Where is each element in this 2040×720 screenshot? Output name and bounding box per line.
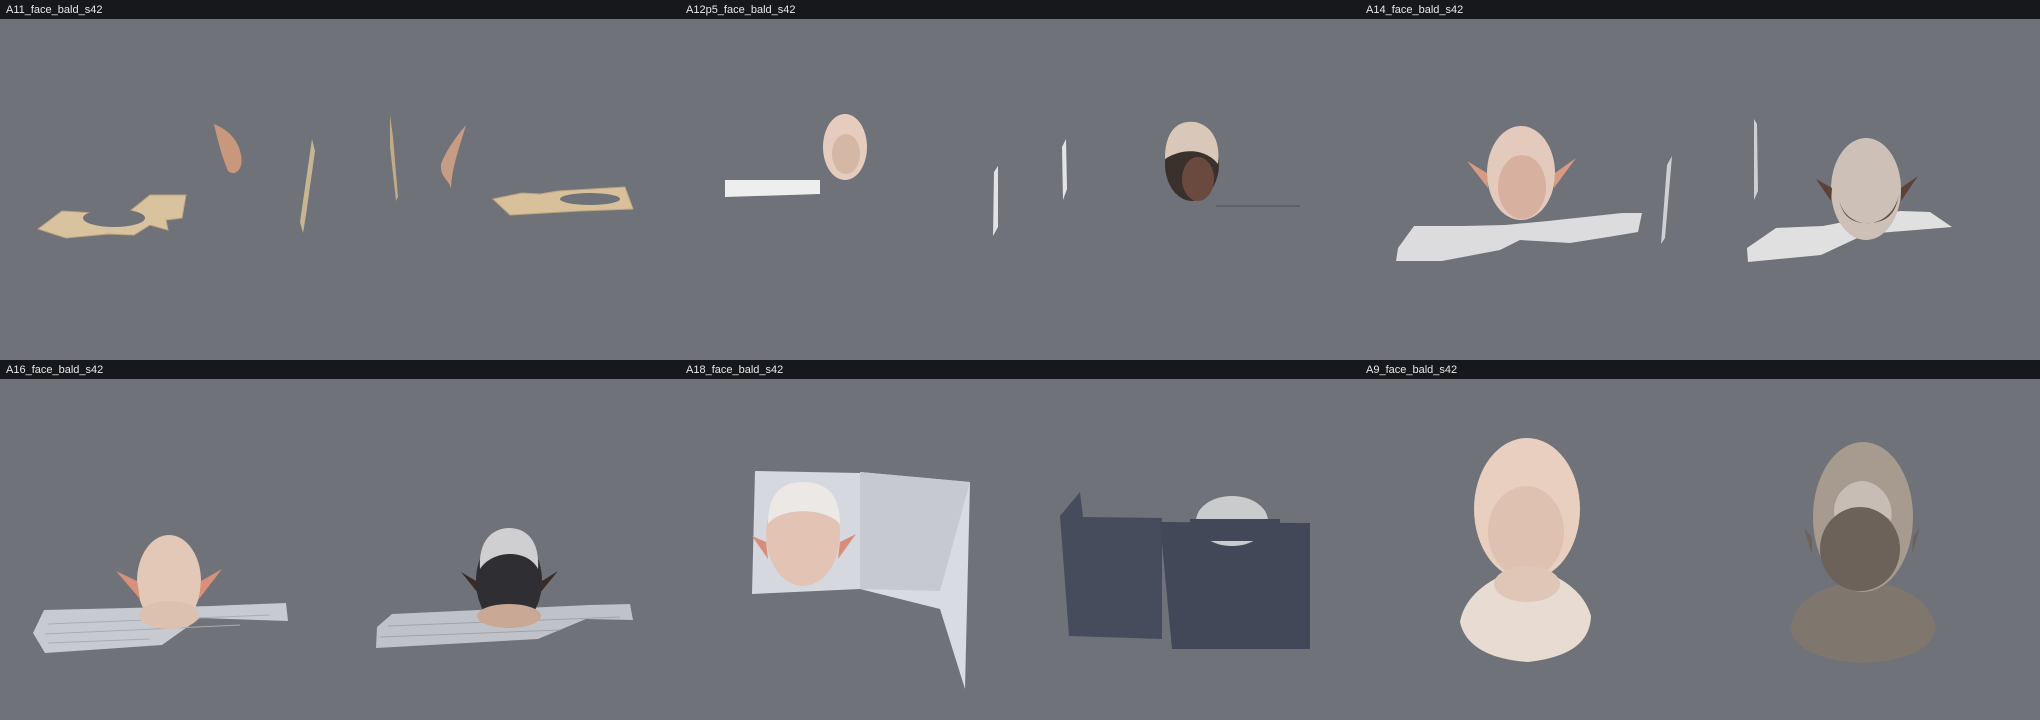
render-scene (33, 528, 633, 653)
panel-a16[interactable]: A16_face_bald_s42 (0, 360, 680, 720)
thin-panel-2 (1062, 139, 1067, 200)
white-slab (725, 180, 820, 197)
elf-ear-left (116, 571, 140, 599)
bust-back-ear-left (1804, 528, 1812, 554)
ear-back-right (540, 571, 558, 593)
render-grid: A11_face_bald_s42 A12p5_face_bald_s42 A1… (0, 0, 2040, 720)
strip-a (1661, 156, 1672, 244)
thin-panel-1 (993, 166, 998, 236)
panel-a9[interactable]: A9_face_bald_s42 (1360, 360, 2040, 720)
ear-back-right (1901, 176, 1918, 201)
panel-title: A11_face_bald_s42 (0, 0, 680, 19)
face-slice-1 (214, 124, 242, 174)
head-back (1831, 138, 1901, 240)
ear-back-left (461, 572, 478, 593)
viewport[interactable] (0, 379, 680, 720)
head-back-neck (477, 604, 541, 628)
panel-title: A12p5_face_bald_s42 (680, 0, 1360, 19)
render-scene (1396, 119, 1952, 262)
elf-ear-right (1554, 158, 1576, 188)
bust-back-dark (1820, 507, 1900, 591)
viewport[interactable] (680, 19, 1360, 360)
head-dark-face (1182, 157, 1214, 201)
panel-title: A14_face_bald_s42 (1360, 0, 2040, 19)
face-slice-2 (440, 125, 466, 189)
viewport[interactable] (1360, 19, 2040, 360)
render-scene (725, 114, 1300, 236)
panel-title: A9_face_bald_s42 (1360, 360, 2040, 379)
viewport[interactable] (0, 19, 680, 360)
panel-title: A18_face_bald_s42 (680, 360, 1360, 379)
tan-card-hole (83, 209, 145, 227)
bust-back-shoulders (1790, 582, 1936, 663)
pale-card-left (1396, 213, 1642, 261)
viewport[interactable] (1360, 379, 2040, 720)
head-pale-face (832, 134, 860, 174)
strip-1 (300, 139, 315, 233)
elf-neck (139, 601, 199, 629)
elf-ear-left (1467, 161, 1488, 188)
ear-back-left (1816, 179, 1832, 201)
elf-ear-right (199, 569, 222, 599)
strip-2 (390, 115, 398, 201)
tan-card-right-hole (560, 193, 620, 205)
panel-title: A16_face_bald_s42 (0, 360, 680, 379)
slate-box-left (1060, 492, 1162, 639)
bust-front-neck (1494, 566, 1560, 602)
panel-a18[interactable]: A18_face_bald_s42 (680, 360, 1360, 720)
elf-face (1498, 155, 1546, 219)
strip-b (1754, 119, 1758, 200)
head-back-cut (1190, 519, 1280, 541)
render-scene (36, 115, 634, 239)
panel-a14[interactable]: A14_face_bald_s42 (1360, 0, 2040, 360)
viewport[interactable] (680, 379, 1360, 720)
render-scene (752, 471, 1310, 689)
panel-a12p5[interactable]: A12p5_face_bald_s42 (680, 0, 1360, 360)
render-scene (1460, 438, 1936, 663)
bust-back-ear-right (1912, 528, 1920, 554)
panel-a11[interactable]: A11_face_bald_s42 (0, 0, 680, 360)
bust-front-face (1488, 486, 1564, 578)
